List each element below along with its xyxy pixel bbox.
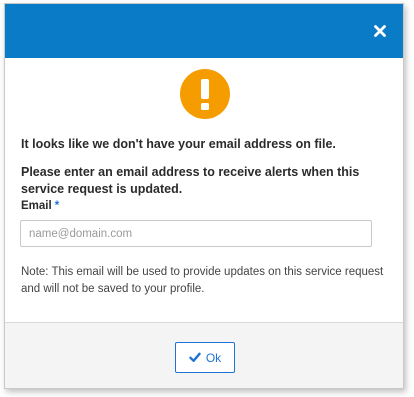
alert-email-dialog: It looks like we don't have your email a…	[4, 3, 404, 389]
ok-button[interactable]: Ok	[175, 342, 235, 373]
check-icon	[189, 352, 201, 362]
exclamation-circle-icon	[180, 69, 230, 119]
dialog-footer: Ok	[5, 322, 403, 388]
email-input[interactable]	[20, 220, 372, 247]
ok-button-label: Ok	[205, 350, 222, 365]
email-note: Note: This email will be used to provide…	[21, 266, 384, 295]
dialog-header	[5, 4, 403, 58]
email-label: Email *	[21, 200, 59, 212]
enter-email-instruction: Please enter an email address to receive…	[21, 165, 360, 196]
missing-email-message: It looks like we don't have your email a…	[21, 137, 336, 151]
close-button[interactable]	[369, 20, 391, 42]
required-marker: *	[54, 200, 60, 212]
email-label-text: Email	[21, 200, 52, 212]
close-icon[interactable]	[374, 25, 386, 37]
